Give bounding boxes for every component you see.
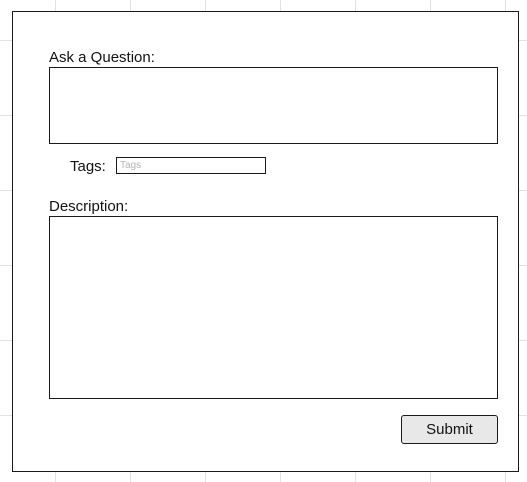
- wireframe-canvas: Ask a Question: Tags: Description: Submi…: [0, 0, 527, 482]
- submit-button[interactable]: Submit: [401, 415, 498, 444]
- description-input[interactable]: [49, 216, 498, 399]
- question-label: Ask a Question:: [49, 49, 155, 66]
- tags-input[interactable]: [116, 157, 266, 174]
- tags-label: Tags:: [70, 158, 106, 175]
- description-label: Description:: [49, 198, 129, 215]
- question-input[interactable]: [49, 67, 498, 144]
